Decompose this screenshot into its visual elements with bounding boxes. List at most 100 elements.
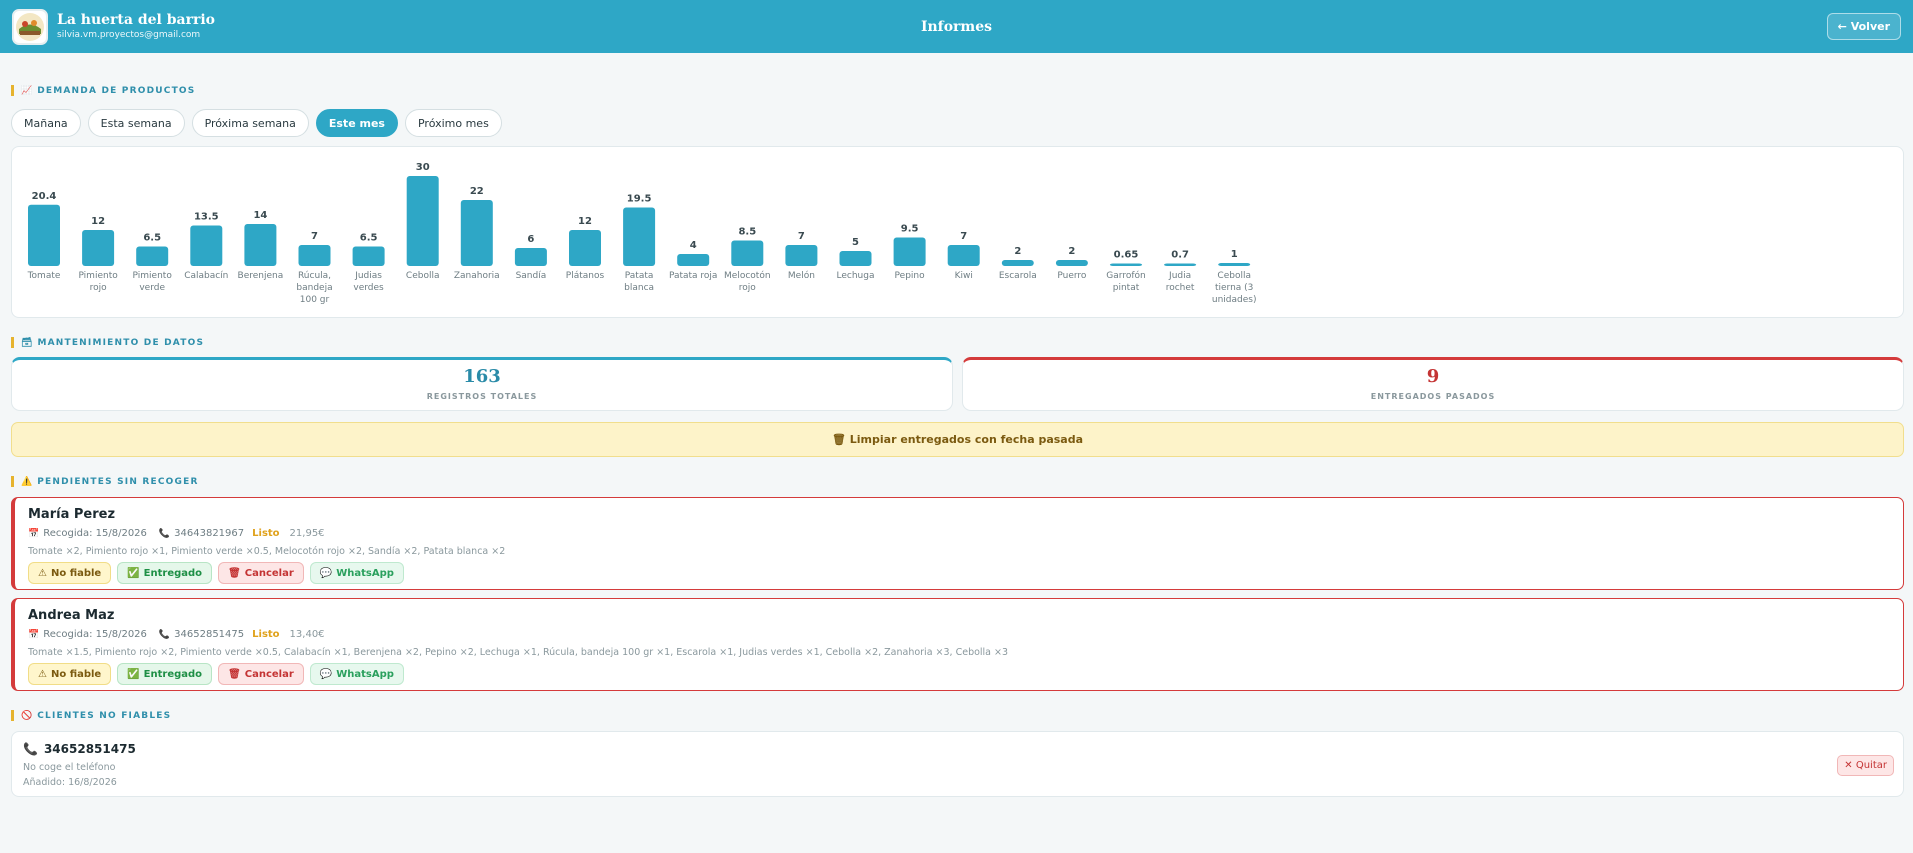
cancel-order-label: Cancelar: [244, 567, 294, 579]
bar-6: [352, 246, 385, 266]
category-label-13: Melocotón rojo: [724, 270, 771, 293]
value-label-0: 20.4: [32, 191, 57, 202]
order-items: Tomate ×1.5, Pimiento rojo ×2, Pimiento …: [28, 647, 1009, 658]
bar-13: [731, 240, 764, 266]
value-label-3: 13.5: [194, 212, 219, 223]
clean-past-delivered-button[interactable]: 🗑 Limpiar entregados con fecha pasada: [11, 422, 1904, 457]
section-title-demand-label: DEMANDA DE PRODUCTOS: [37, 85, 196, 96]
tab-proxima-semana[interactable]: Próxima semana: [191, 109, 309, 137]
phone-icon: 📞: [158, 529, 171, 539]
trash-icon: 🗑: [228, 567, 241, 579]
bar-4: [244, 224, 277, 266]
total-records-card: 163 REGISTROS TOTALES: [11, 357, 953, 411]
prohibited-icon: 🚫: [21, 710, 33, 721]
bar-14: [785, 245, 818, 266]
category-label-4: Berenjena: [238, 271, 284, 281]
category-label-3: Calabacín: [184, 271, 228, 281]
customer-name: María Perez: [28, 507, 116, 522]
warning-icon: ⚠: [38, 668, 47, 680]
app-logo: [12, 8, 48, 45]
category-label-10: Plátanos: [566, 271, 605, 281]
client-note: No coge el teléfono: [23, 762, 116, 773]
value-label-5: 7: [311, 231, 318, 242]
category-label-21: Judia rochet: [1166, 271, 1195, 293]
past-delivered-value: 9: [1426, 366, 1440, 387]
client-phone-row: 📞 34652851475: [23, 742, 1903, 757]
tab-este-mes[interactable]: Este mes: [315, 109, 398, 137]
category-label-7: Cebolla: [406, 271, 440, 281]
logo-icon: [16, 12, 44, 41]
section-title-maintenance: 🗃 MANTENIMIENTO DE DATOS: [11, 337, 204, 348]
tab-esta-semana[interactable]: Esta semana: [87, 109, 185, 137]
chat-icon: 💬: [319, 567, 333, 579]
total-records-value: 163: [463, 366, 501, 387]
whatsapp-button[interactable]: 💬 WhatsApp: [309, 663, 404, 685]
category-label-16: Pepino: [895, 271, 926, 281]
back-button[interactable]: ← Volver: [1826, 13, 1901, 40]
bar-3: [190, 225, 223, 266]
mark-unreliable-label: No fiable: [50, 567, 102, 579]
top-bar: La huerta del barrio silvia.vm.proyectos…: [0, 0, 1913, 53]
calendar-icon: 📅: [28, 630, 40, 640]
category-label-11: Patata blanca: [624, 271, 654, 293]
value-label-14: 7: [798, 231, 805, 242]
archive-icon: 🗃: [21, 337, 33, 348]
cancel-order-button[interactable]: 🗑 Cancelar: [218, 562, 304, 584]
category-label-12: Patata roja: [669, 271, 718, 281]
category-label-1: Pimiento rojo: [78, 271, 118, 293]
order-meta: 📅 Recogida: 15/8/2026 📞 34643821967 List…: [28, 528, 1903, 540]
mark-unreliable-label: No fiable: [50, 668, 102, 680]
warning-icon: ⚠: [38, 567, 47, 579]
app-name: La huerta del barrio: [57, 12, 215, 28]
section-title-unreliable: 🚫 CLIENTES NO FIABLES: [11, 710, 171, 721]
section-title-demand: 📈 DEMANDA DE PRODUCTOS: [11, 85, 502, 96]
bar-17: [947, 245, 980, 266]
bar-18: [1001, 260, 1034, 266]
value-label-17: 7: [960, 231, 967, 242]
tab-manana[interactable]: Mañana: [11, 109, 81, 137]
bar-8: [460, 200, 493, 266]
unreliable-client-card: 📞 34652851475 No coge el teléfono Añadid…: [11, 731, 1904, 797]
bar-10: [569, 230, 601, 266]
section-title-maintenance-label: MANTENIMIENTO DE DATOS: [37, 337, 205, 348]
value-label-16: 9.5: [901, 224, 919, 235]
value-label-10: 12: [578, 216, 592, 227]
remove-client-button[interactable]: ✕ Quitar: [1837, 755, 1894, 776]
demand-chart-card: 20.4 Tomate 12 Pimiento rojo 6.5 Pimiento verde…: [11, 146, 1904, 318]
order-meta: 📅 Recogida: 15/8/2026 📞 34652851475 List…: [28, 629, 1903, 641]
tab-proximo-mes[interactable]: Próximo mes: [404, 109, 502, 137]
value-label-21: 0.7: [1171, 250, 1189, 261]
mark-unreliable-button[interactable]: ⚠ No fiable: [28, 562, 112, 584]
pending-order-card: Andrea Maz 📅 Recogida: 15/8/2026 📞 34652…: [11, 598, 1904, 691]
value-label-4: 14: [253, 210, 267, 221]
mark-delivered-button[interactable]: ✅ Entregado: [117, 562, 213, 584]
value-label-2: 6.5: [143, 233, 161, 244]
check-icon: ✅: [127, 668, 140, 680]
chart-icon: 📈: [21, 85, 33, 96]
bar-12: [677, 254, 710, 266]
order-actions: ⚠ No fiable ✅ Entregado 🗑 Cancelar 💬 WhatsAp…: [28, 663, 1903, 685]
category-label-20: Garrofón pintat: [1106, 270, 1145, 293]
pending-order-card: María Perez 📅 Recogida: 15/8/2026 📞 3464…: [11, 497, 1904, 590]
period-tabs: Mañana Esta semana Próxima semana Este m…: [11, 109, 502, 137]
value-label-19: 2: [1068, 246, 1075, 257]
category-label-5: Rúcula, bandeja 100 gr: [296, 271, 332, 305]
whatsapp-button[interactable]: 💬 WhatsApp: [309, 562, 404, 584]
value-label-7: 30: [416, 162, 430, 173]
pickup-date: Recogida: 15/8/2026: [43, 528, 147, 539]
mark-delivered-label: Entregado: [143, 668, 203, 680]
mark-unreliable-button[interactable]: ⚠ No fiable: [28, 663, 112, 685]
mark-delivered-button[interactable]: ✅ Entregado: [117, 663, 213, 685]
cancel-order-button[interactable]: 🗑 Cancelar: [218, 663, 304, 685]
mark-delivered-label: Entregado: [143, 567, 203, 579]
category-label-17: Kiwi: [955, 271, 973, 281]
bar-11: [623, 207, 656, 266]
category-label-0: Tomate: [27, 271, 61, 281]
category-label-19: Puerro: [1057, 271, 1087, 281]
category-label-18: Escarola: [999, 271, 1037, 281]
value-label-13: 8.5: [738, 227, 756, 238]
value-label-11: 19.5: [627, 194, 652, 205]
customer-name: Andrea Maz: [28, 608, 115, 623]
value-label-20: 0.65: [1114, 250, 1139, 261]
client-phone: 34652851475: [43, 742, 136, 756]
